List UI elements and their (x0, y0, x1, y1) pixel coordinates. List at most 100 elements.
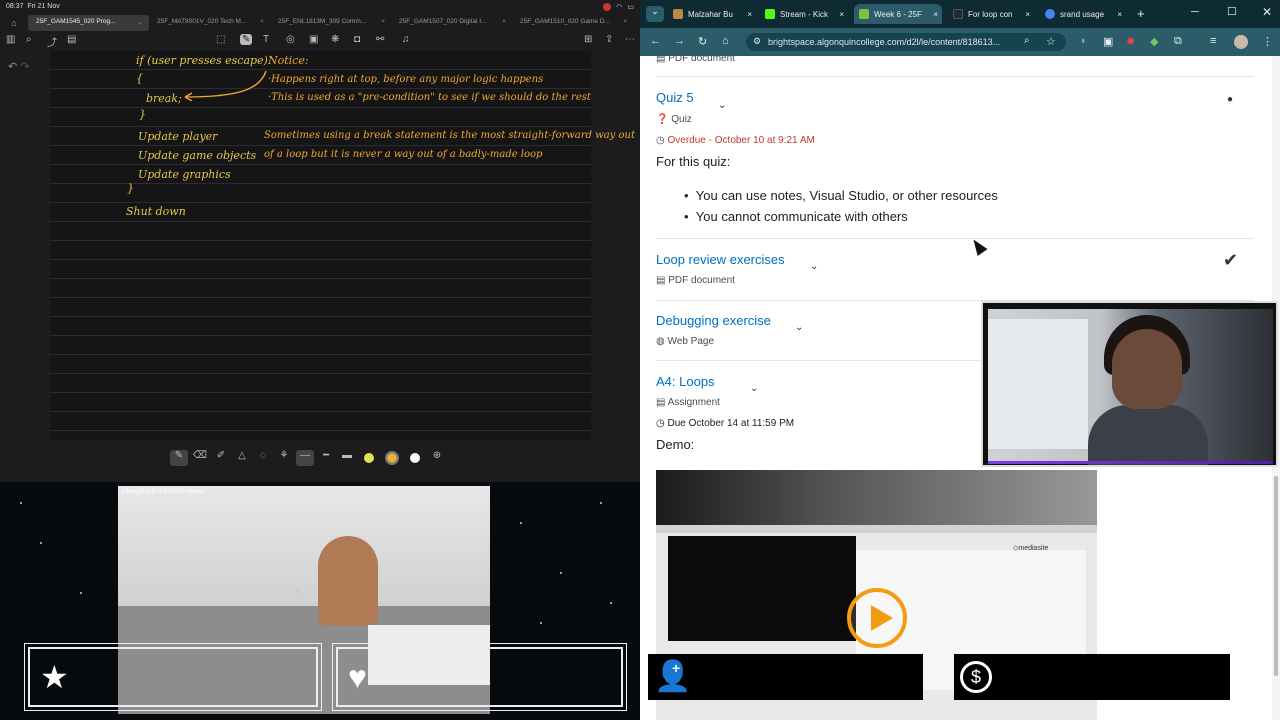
zoom-icon[interactable]: ⌕ (1024, 35, 1030, 46)
chevron-down-icon[interactable]: ⌄ (810, 261, 818, 272)
camera-icon[interactable]: ◘ (354, 34, 360, 45)
item-type-label: Web Page (667, 336, 715, 347)
maximize-icon[interactable]: ☐ (1227, 5, 1237, 18)
site-info-icon[interactable]: ⚙ (753, 36, 761, 47)
close-icon[interactable]: × (839, 10, 844, 19)
reload-icon[interactable]: ↻ (698, 35, 707, 48)
doc-tab-label: 25F_ENL1813M_309 Comm... (278, 18, 367, 25)
sidebar-icon[interactable]: ▥ (6, 34, 15, 45)
undo-icon[interactable]: ↶ ↷ (8, 60, 30, 73)
bookmark-icon[interactable]: ▤ (67, 34, 76, 45)
debugging-exercise-link[interactable]: Debugging exercise (656, 313, 771, 328)
extension-icon[interactable]: ✹ (1126, 35, 1135, 48)
doc-tab-mat8001v[interactable]: 25F_MAT8001V_020 Tech M... × (149, 15, 270, 31)
chevron-down-icon[interactable]: ⌄ (138, 18, 143, 26)
new-tab-icon[interactable]: + (1137, 6, 1145, 21)
play-button[interactable] (847, 588, 907, 648)
doc-tab-enl1813m[interactable]: 25F_ENL1813M_309 Comm... × (270, 15, 391, 31)
favicon-icon (765, 9, 775, 19)
webcam-feed (988, 309, 1273, 465)
thin-stroke-icon[interactable]: — (296, 450, 314, 466)
highlighter-icon[interactable]: ✐ (212, 450, 230, 466)
lasso-icon[interactable]: ⬚ (216, 34, 225, 45)
close-icon[interactable]: × (1117, 10, 1122, 19)
notebook-page[interactable]: if (user presses escape) { break; } Upda… (50, 51, 635, 440)
favicon-icon (673, 9, 683, 19)
eraser-icon[interactable]: ⌫ (191, 450, 209, 466)
add-color-icon[interactable]: ⊕ (428, 450, 446, 466)
forward-icon[interactable]: → (674, 35, 685, 47)
close-window-icon[interactable]: ✕ (1262, 5, 1272, 19)
video-frame (318, 536, 378, 626)
pen-mode-icon[interactable]: ✎ (240, 34, 253, 45)
item-type: ❓ Quiz (656, 114, 692, 125)
add-page-icon[interactable]: ⊞ (584, 34, 592, 45)
browser-tab-srand[interactable]: srand usage × (1040, 4, 1126, 24)
divider (656, 76, 1254, 77)
doc-tab-gam1510[interactable]: 25F_GAM1510_020 Game D... × (512, 15, 633, 31)
extensions-puzzle-icon[interactable]: ⧉ (1174, 35, 1182, 48)
lasso-tool-icon[interactable]: ◌ (254, 450, 272, 466)
redo-icon[interactable]: ↷ (20, 61, 29, 73)
avatar[interactable] (1234, 35, 1248, 49)
bookmark-star-icon[interactable]: ☆ (1046, 35, 1056, 48)
color-swatch-yellow[interactable] (364, 453, 374, 463)
link-icon[interactable]: ⚯ (376, 34, 384, 45)
browser-tab-week6[interactable]: Week 6 - 25F × (854, 4, 942, 24)
loop-review-link[interactable]: Loop review exercises (656, 252, 785, 267)
search-icon[interactable]: ⌕ (26, 34, 32, 45)
quiz-5-link[interactable]: Quiz 5 (656, 90, 694, 105)
menu-icon[interactable]: ⋮ (1262, 35, 1273, 48)
close-icon[interactable]: × (933, 10, 938, 19)
doc-tab-gam1545[interactable]: 25F_GAM1545_020 Prog... ⌄ (28, 15, 149, 31)
media-control-icon[interactable]: ≡ (1210, 35, 1216, 47)
extension-icon[interactable]: ◗ (1080, 35, 1087, 47)
scrollbar-thumb[interactable] (1274, 476, 1278, 676)
close-icon[interactable]: × (381, 18, 385, 25)
extension-icon[interactable]: ▣ (1103, 35, 1113, 48)
pen-tool-icon[interactable]: ✎ (170, 450, 188, 466)
chevron-down-icon[interactable]: ⌄ (795, 322, 803, 333)
a4-loops-link[interactable]: A4: Loops (656, 374, 715, 389)
pause-icon[interactable]: ⏸ (294, 582, 301, 599)
doc-tab-label: 25F_GAM1507_020 Digital I... (399, 18, 487, 25)
quiz-intro: For this quiz: (656, 154, 731, 169)
back-icon[interactable]: ← (650, 35, 661, 47)
browser-tab-kick[interactable]: Stream - Kick × (760, 4, 848, 24)
quiz-icon: ❓ (656, 114, 672, 125)
color-swatch-orange[interactable] (385, 451, 399, 465)
shape-tool-icon[interactable]: △ (233, 450, 251, 466)
close-icon[interactable]: × (260, 18, 264, 25)
browser-tab-malzahar[interactable]: Malzahar Bu × (668, 4, 756, 24)
home-icon[interactable]: ⌂ (722, 35, 729, 47)
chevron-down-icon[interactable]: ⌄ (718, 100, 726, 111)
image-icon[interactable]: ▣ (309, 34, 318, 45)
record-icon (603, 3, 612, 11)
color-swatch-white[interactable] (410, 453, 420, 463)
close-icon[interactable]: × (623, 18, 627, 25)
text-icon[interactable]: T (263, 34, 269, 45)
close-icon[interactable]: × (502, 18, 506, 25)
browser-tab-forloop[interactable]: For loop con × (948, 4, 1034, 24)
home-icon[interactable]: ⌂ (0, 18, 28, 28)
mic-icon[interactable]: ♫ (402, 34, 410, 45)
chevron-down-icon[interactable]: ⌄ (750, 383, 758, 394)
more-icon[interactable]: ⋯ (625, 34, 635, 45)
doc-tab-gam1507[interactable]: 25F_GAM1507_020 Digital I... × (391, 15, 512, 31)
tab-search-icon[interactable]: ⌄ (646, 6, 664, 22)
minimize-icon[interactable]: ─ (1191, 6, 1199, 18)
share-icon[interactable]: ⤴ (47, 34, 57, 49)
close-icon[interactable]: × (1025, 10, 1030, 19)
item-type: ◍ Web Page (656, 336, 714, 347)
elements-icon[interactable]: ⚘ (275, 450, 293, 466)
shapes-icon[interactable]: ◎ (286, 34, 295, 45)
thick-stroke-icon[interactable]: ▬ (338, 450, 356, 466)
extension-icon[interactable]: ◆ (1150, 35, 1158, 48)
sticker-icon[interactable]: ❋ (331, 34, 339, 45)
medium-stroke-icon[interactable]: ━ (317, 450, 335, 466)
url-field[interactable]: ⚙ brightspace.algonquincollege.com/d2l/l… (746, 33, 1066, 51)
video-frame (656, 470, 1097, 525)
close-icon[interactable]: × (747, 10, 752, 19)
export-icon[interactable]: ⇪ (605, 34, 613, 45)
favicon-icon (953, 9, 963, 19)
